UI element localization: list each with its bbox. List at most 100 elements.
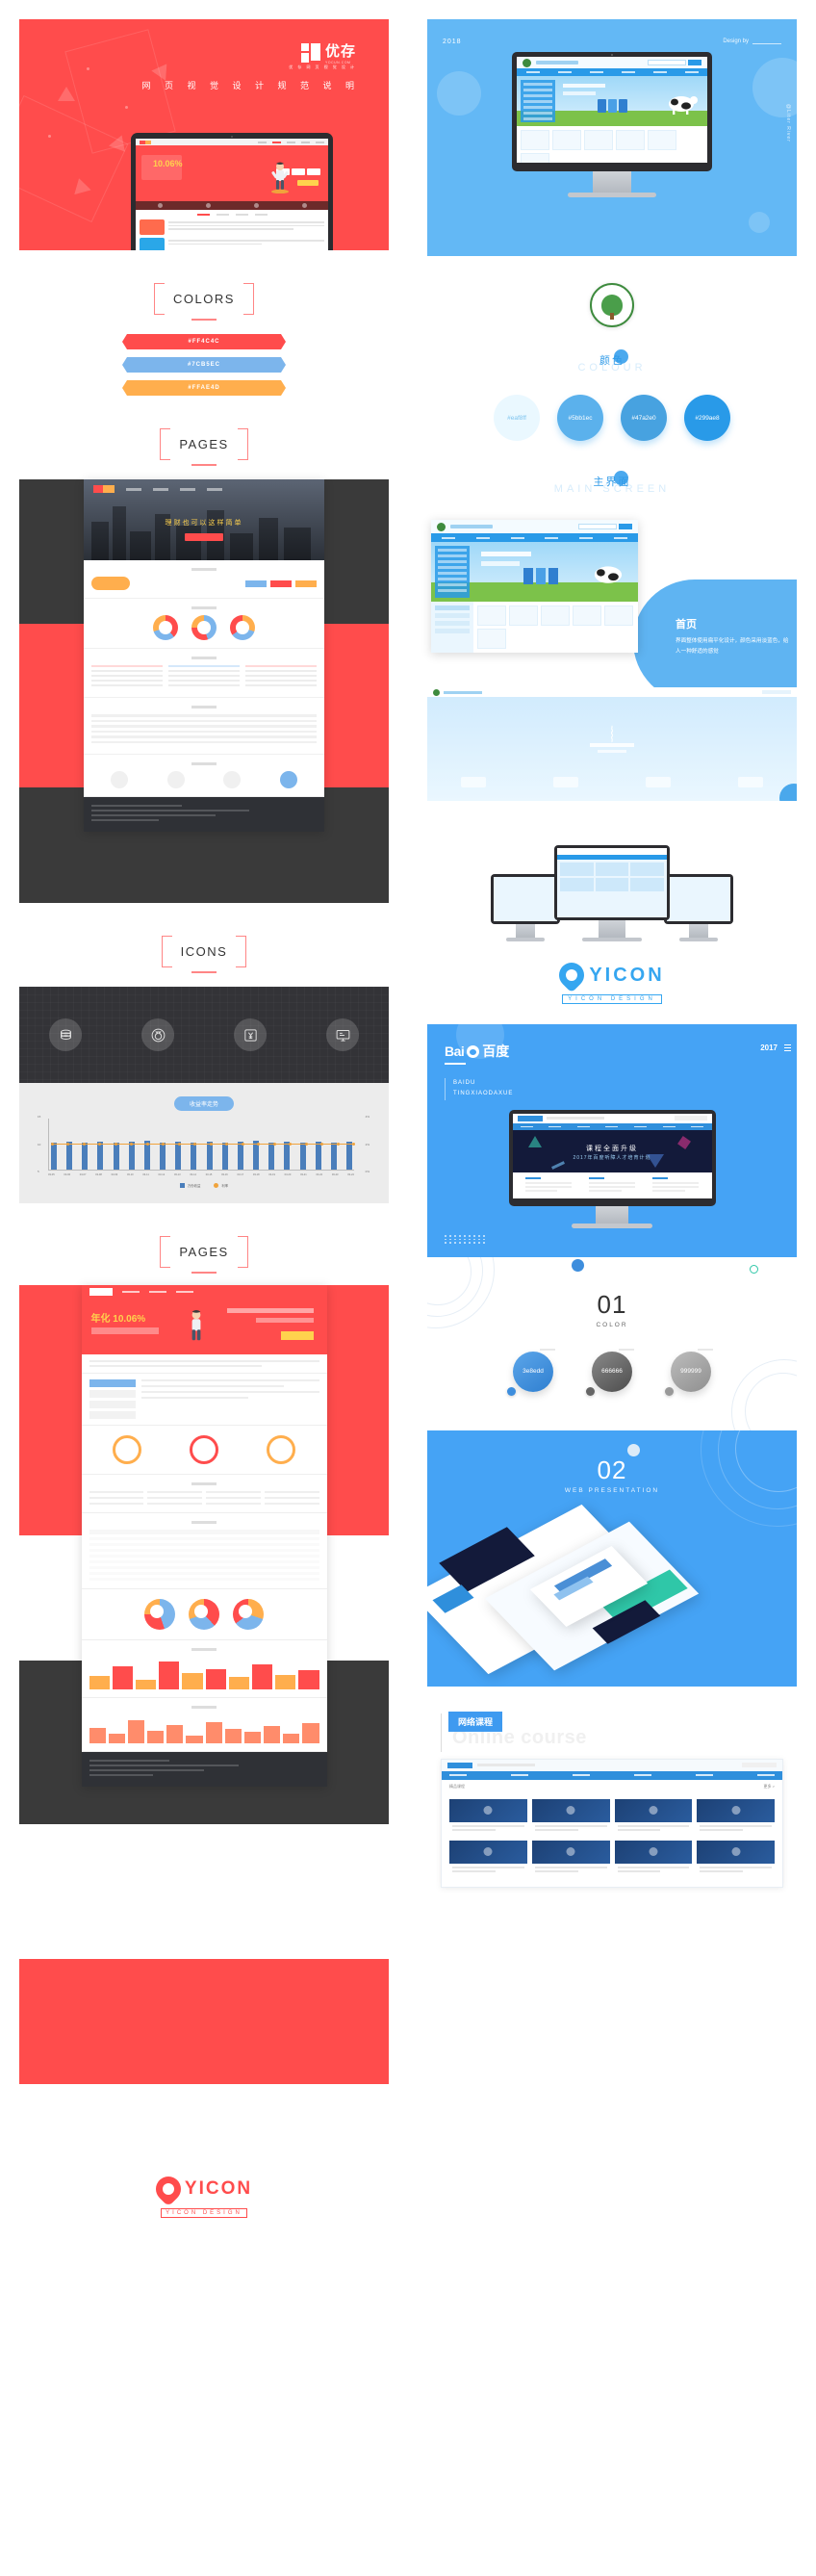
legend-label: 利率 (221, 1184, 229, 1188)
course-card[interactable] (614, 1798, 693, 1836)
search-button[interactable] (688, 60, 701, 65)
product-card[interactable] (521, 130, 549, 150)
milk-site-search[interactable] (648, 60, 701, 65)
product-card[interactable] (521, 153, 549, 163)
course-card[interactable] (697, 1840, 775, 1877)
x-tick: 03-24 (347, 1173, 354, 1176)
course-card[interactable] (449, 1840, 527, 1877)
wide-shot-tabs[interactable] (427, 777, 797, 787)
y-tick: 5 (38, 1170, 39, 1173)
chart-line-point (225, 1142, 229, 1146)
chart-line-point (209, 1142, 213, 1146)
product-card[interactable] (477, 605, 506, 626)
chart-bar (82, 1142, 89, 1170)
course-card[interactable] (449, 1798, 527, 1836)
icons-showcase-strip (19, 987, 389, 1083)
baidu-project-section: Bai 百度 2017 BAIDU TINGXIAODAXUE 课程全面升级 2… (427, 1024, 797, 1257)
online-course-tag: 网络课程 (448, 1711, 503, 1732)
x-tick: 03-20 (284, 1173, 292, 1176)
search-input[interactable] (648, 60, 686, 65)
mockup2-hero: 年化 10.06% (81, 1299, 327, 1354)
blue-swatch-list: #eaf8ff #5bb1ec #47a2e0 #299ae8 (408, 395, 816, 441)
donut-chart (153, 615, 178, 640)
product-card[interactable] (616, 130, 645, 150)
mockup-columns (91, 665, 317, 689)
main-screen-section-title: 主界面 MAIN SCREEN (408, 471, 816, 495)
course-card[interactable] (531, 1798, 610, 1836)
yicon-sub-wordmark: YICON DESIGN (161, 2208, 247, 2218)
chart-bar (51, 1143, 57, 1170)
site-search[interactable] (578, 524, 632, 529)
course-site-nav[interactable] (442, 1770, 782, 1780)
hero-title: 网 页 视 觉 设 计 规 范 说 明 (141, 81, 360, 90)
dashboard-mockup: 年化 10.06% (81, 1285, 327, 1787)
tree-icon (601, 295, 623, 316)
baidu-screen-content: 课程全面升级 2017年百度听障人才培育计划 (512, 1113, 712, 1198)
logo-underline (445, 1063, 466, 1065)
blue-swatch: #47a2e0 (621, 395, 667, 441)
mockup-hero-button[interactable] (185, 533, 223, 541)
monitor-report-icon (326, 1018, 359, 1051)
right-yicon-logo: YICON YICON DESIGN (408, 941, 816, 1024)
news-card[interactable] (588, 1176, 635, 1194)
mockup2-circle-steps (81, 1426, 327, 1475)
homepage-mockup: 理财也可以这样简单 (84, 479, 324, 832)
product-card[interactable] (573, 605, 601, 626)
section-label: COLOR (596, 1321, 628, 1328)
chart-line-point (352, 1142, 355, 1146)
site-nav[interactable] (431, 533, 638, 542)
baidu-site-nav[interactable] (512, 1122, 712, 1130)
milk-site-hero (517, 76, 707, 126)
chart-line-point (272, 1142, 276, 1146)
mac-base (679, 938, 718, 941)
right-hero-banner: 2018 Design by @Liter River (427, 19, 797, 256)
search-button[interactable] (619, 524, 632, 529)
milk-site-nav[interactable] (517, 68, 707, 76)
product-card[interactable] (477, 629, 506, 649)
y-tick: 2% (365, 1142, 370, 1146)
mockup-footer (84, 797, 324, 832)
dashed-ring-icon (611, 725, 613, 743)
site-logo-icon (437, 522, 446, 531)
yuan-currency-icon (234, 1018, 267, 1051)
course-card[interactable] (697, 1798, 775, 1836)
mini-site-tabs (140, 214, 324, 216)
baidu-mac-mockup: 课程全面升级 2017年百度听障人才培育计划 (508, 1109, 716, 1228)
news-card[interactable] (652, 1176, 700, 1194)
homepage-screenshot (431, 520, 638, 653)
chart-bar (97, 1141, 104, 1170)
course-card[interactable] (614, 1840, 693, 1877)
x-tick: 03-22 (316, 1173, 323, 1176)
news-card[interactable] (524, 1176, 572, 1194)
section-01-color: 01 COLOR 3e8edd 666666 999999 (427, 1256, 797, 1430)
mac-mockup-right (664, 874, 733, 941)
mockup-red-backdrop (19, 1959, 389, 2084)
chart-bar (113, 1143, 119, 1170)
mac-screen-content (494, 877, 557, 921)
product-card[interactable] (604, 605, 633, 626)
product-card[interactable] (648, 130, 676, 150)
blue-swatch: #eaf8ff (494, 395, 540, 441)
mac-screen (491, 874, 560, 924)
colors-title-text: COLORS (173, 292, 235, 306)
search-input[interactable] (578, 524, 617, 529)
vertical-rule (441, 1713, 442, 1752)
product-card[interactable] (509, 605, 538, 626)
product-card[interactable] (552, 130, 581, 150)
chart-bar (221, 1142, 228, 1170)
course-card[interactable] (531, 1840, 610, 1877)
course-section-more[interactable]: 更多 > (764, 1784, 775, 1790)
chart-bar (206, 1141, 213, 1170)
laptop-mockup: 10.06% (131, 133, 358, 250)
swatch-hex-label: #eaf8ff (507, 414, 526, 422)
legend-label: 万份收益 (187, 1184, 201, 1188)
mac-neck (689, 924, 708, 938)
hamburger-menu-icon[interactable] (784, 1044, 791, 1053)
y-tick: 15 (38, 1115, 41, 1119)
pages-title-text: PAGES (179, 1245, 229, 1259)
product-card[interactable] (584, 130, 613, 150)
donut-chart (191, 615, 217, 640)
product-card[interactable] (541, 605, 570, 626)
brand-name-cn: 优存 (324, 43, 356, 60)
chart-bar (315, 1142, 321, 1170)
